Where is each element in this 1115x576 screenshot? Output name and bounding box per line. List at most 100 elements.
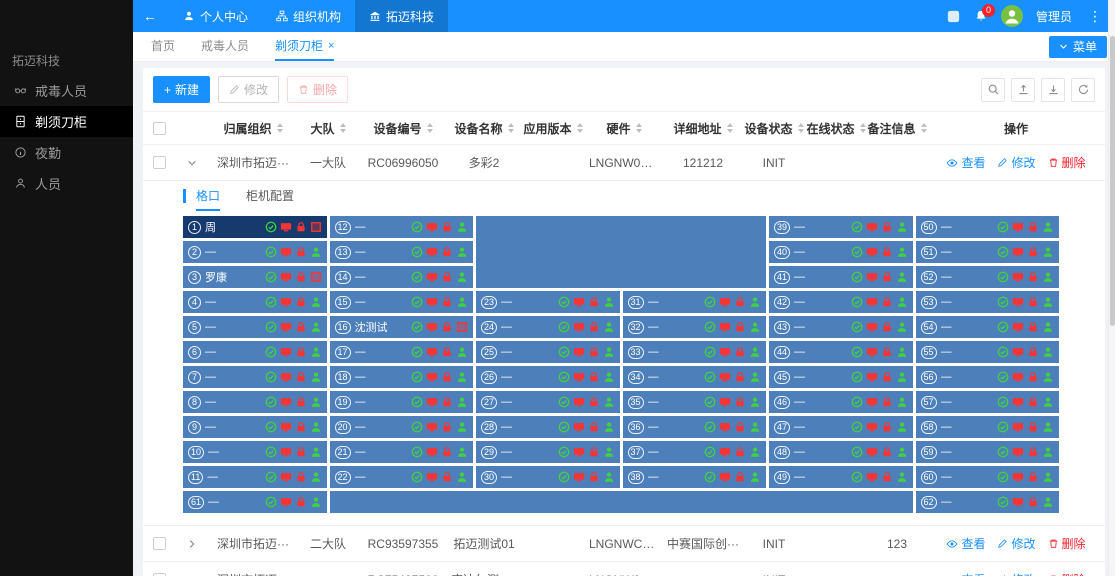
delete-link[interactable]: 删除	[1048, 154, 1086, 171]
view-link[interactable]: 查看	[946, 154, 985, 171]
locker-cell-23[interactable]: 23—	[476, 291, 620, 313]
sort-carets[interactable]	[798, 123, 804, 133]
download-icon[interactable]	[1041, 78, 1065, 102]
locker-cell-33[interactable]: 33—	[623, 341, 767, 363]
locker-cell-47[interactable]: 47—	[769, 416, 913, 438]
locker-cell-59[interactable]: 59—	[916, 441, 1060, 463]
locker-cell-62[interactable]: 62—	[916, 491, 1060, 513]
column-header-8[interactable]: 在线状态	[805, 120, 867, 137]
locker-cell-46[interactable]: 46—	[769, 391, 913, 413]
locker-cell-6[interactable]: 6—	[183, 341, 327, 363]
view-link[interactable]: 查看	[946, 535, 985, 552]
locker-cell-35[interactable]: 35—	[623, 391, 767, 413]
sidebar-item-drug-rehab-users[interactable]: 戒毒人员	[0, 75, 133, 106]
column-header-3[interactable]: 设备名称	[447, 120, 521, 137]
header-checkbox[interactable]	[153, 122, 166, 135]
sort-carets[interactable]	[727, 123, 733, 133]
edit-link[interactable]: 修改	[997, 571, 1035, 576]
page-tab-home[interactable]: 首页	[151, 32, 175, 61]
sidebar-item-razor-cabinet[interactable]: 剃须刀柜	[0, 106, 133, 137]
sidebar-item-personnel[interactable]: 人员	[0, 168, 133, 199]
locker-cell-26[interactable]: 26—	[476, 366, 620, 388]
delete-link[interactable]: 删除	[1048, 535, 1086, 552]
locker-cell-31[interactable]: 31—	[623, 291, 767, 313]
locker-cell-19[interactable]: 19—	[330, 391, 474, 413]
nav-item-personal-center[interactable]: 个人中心	[169, 0, 262, 32]
locker-cell-44[interactable]: 44—	[769, 341, 913, 363]
avatar[interactable]	[1001, 5, 1023, 27]
column-header-7[interactable]: 设备状态	[743, 120, 805, 137]
column-header-1[interactable]: 大队	[297, 120, 359, 137]
locker-cell-51[interactable]: 51—	[916, 241, 1060, 263]
upload-icon[interactable]	[1011, 78, 1035, 102]
locker-cell-48[interactable]: 48—	[769, 441, 913, 463]
locker-cell-4[interactable]: 4—	[183, 291, 327, 313]
locker-cell-41[interactable]: 41—	[769, 266, 913, 288]
row-checkbox[interactable]	[153, 156, 166, 169]
sort-carets[interactable]	[508, 123, 514, 133]
refresh-icon[interactable]	[1071, 78, 1095, 102]
locker-cell-42[interactable]: 42—	[769, 291, 913, 313]
edit-link[interactable]: 修改	[997, 535, 1035, 552]
locker-cell-52[interactable]: 52—	[916, 266, 1060, 288]
nav-item-organization[interactable]: 组织机构	[262, 0, 355, 32]
locker-cell-12[interactable]: 12—	[330, 216, 474, 238]
delete-link[interactable]: 删除	[1048, 571, 1086, 576]
locker-cell-13[interactable]: 13—	[330, 241, 474, 263]
locker-cell-43[interactable]: 43—	[769, 316, 913, 338]
expanded-tab-cabinet-config[interactable]: 柜机配置	[246, 181, 294, 211]
locker-cell-18[interactable]: 18—	[330, 366, 474, 388]
locker-cell-57[interactable]: 57—	[916, 391, 1060, 413]
locker-cell-20[interactable]: 20—	[330, 416, 474, 438]
row-expander[interactable]	[175, 539, 209, 549]
column-header-0[interactable]: 归属组织	[209, 120, 297, 137]
locker-cell-49[interactable]: 49—	[769, 466, 913, 488]
sort-carets[interactable]	[636, 123, 642, 133]
locker-cell-37[interactable]: 37—	[623, 441, 767, 463]
locker-cell-40[interactable]: 40—	[769, 241, 913, 263]
locker-cell-3[interactable]: 3罗康	[183, 266, 327, 288]
locker-cell-16[interactable]: 16沈测试	[330, 316, 474, 338]
back-icon[interactable]: ←	[143, 8, 169, 24]
page-scrollbar[interactable]	[1108, 0, 1115, 576]
locker-cell-60[interactable]: 60—	[916, 466, 1060, 488]
locker-cell-2[interactable]: 2—	[183, 241, 327, 263]
search-icon[interactable]	[981, 78, 1005, 102]
locker-cell-27[interactable]: 27—	[476, 391, 620, 413]
sidebar-item-night-duty[interactable]: 夜勤	[0, 137, 133, 168]
column-header-2[interactable]: 设备编号	[359, 120, 447, 137]
locker-cell-7[interactable]: 7—	[183, 366, 327, 388]
locker-cell-34[interactable]: 34—	[623, 366, 767, 388]
panel-toggle-icon[interactable]	[946, 9, 961, 24]
column-header-6[interactable]: 详细地址	[663, 120, 743, 137]
column-header-9[interactable]: 备注信息	[867, 120, 927, 137]
locker-cell-61[interactable]: 61—	[183, 491, 327, 513]
sort-carets[interactable]	[921, 123, 927, 133]
notification-bell-icon[interactable]: 0	[974, 9, 988, 23]
locker-cell-9[interactable]: 9—	[183, 416, 327, 438]
locker-cell-32[interactable]: 32—	[623, 316, 767, 338]
locker-cell-8[interactable]: 8—	[183, 391, 327, 413]
locker-cell-28[interactable]: 28—	[476, 416, 620, 438]
sort-carets[interactable]	[427, 123, 433, 133]
locker-cell-24[interactable]: 24—	[476, 316, 620, 338]
delete-button[interactable]: 删除	[287, 76, 348, 103]
edit-link[interactable]: 修改	[997, 154, 1035, 171]
locker-cell-14[interactable]: 14—	[330, 266, 474, 288]
sort-carets[interactable]	[860, 123, 866, 133]
row-expander[interactable]	[175, 158, 209, 168]
sort-carets[interactable]	[340, 123, 346, 133]
locker-cell-29[interactable]: 29—	[476, 441, 620, 463]
locker-cell-25[interactable]: 25—	[476, 341, 620, 363]
locker-cell-21[interactable]: 21—	[330, 441, 474, 463]
locker-cell-17[interactable]: 17—	[330, 341, 474, 363]
nav-item-tuomai-tech[interactable]: 拓迈科技	[355, 0, 448, 32]
locker-cell-50[interactable]: 50—	[916, 216, 1060, 238]
column-header-5[interactable]: 硬件	[585, 120, 663, 137]
locker-cell-55[interactable]: 55—	[916, 341, 1060, 363]
sort-carets[interactable]	[277, 123, 283, 133]
locker-cell-39[interactable]: 39—	[769, 216, 913, 238]
locker-cell-10[interactable]: 10—	[183, 441, 327, 463]
locker-cell-56[interactable]: 56—	[916, 366, 1060, 388]
scrollbar-thumb[interactable]	[1110, 36, 1115, 326]
